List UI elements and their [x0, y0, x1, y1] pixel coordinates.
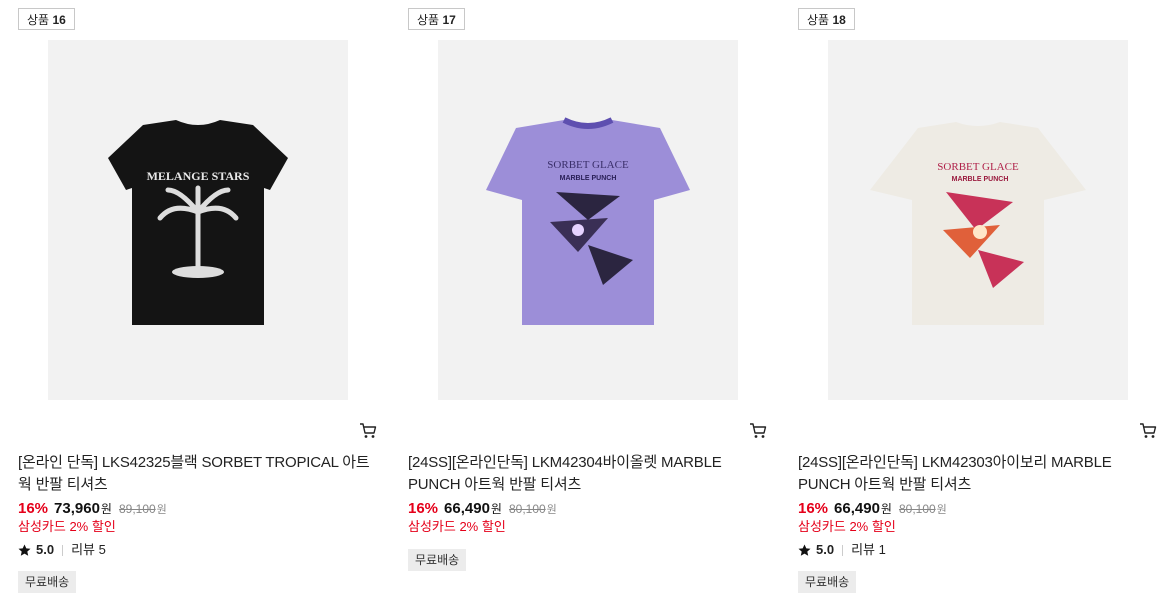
- shirt-print-subtext: MARBLE PUNCH: [560, 175, 617, 182]
- product-title[interactable]: [24SS][온라인단독] LKM42303아이보리 MARBLE PUNCH …: [798, 452, 1158, 496]
- rating-row: 5.0 리뷰 1: [798, 540, 886, 560]
- discount-rate: 16%: [18, 500, 49, 517]
- product-image[interactable]: SORBET GLACE MARBLE PUNCH: [438, 40, 738, 400]
- shirt-print-text: MELANGE STARS: [147, 169, 250, 183]
- star-icon: [18, 544, 31, 556]
- sale-price: 66,490: [444, 500, 490, 517]
- product-card[interactable]: 상품 18 SORBET GLACE MARBLE PUNCH [24SS][온…: [798, 0, 1162, 596]
- free-shipping-tag: 무료배송: [408, 549, 467, 571]
- shirt-print-subtext: MARBLE PUNCH: [952, 176, 1009, 183]
- rating-divider: [62, 544, 64, 556]
- card-discount-text: 삼성카드 2% 할인: [18, 519, 116, 534]
- currency-unit: 원: [880, 502, 892, 516]
- currency-unit: 원: [100, 502, 112, 516]
- badge-number: 16: [52, 13, 66, 27]
- discount-rate: 16%: [798, 500, 829, 517]
- badge-number: 17: [442, 13, 456, 27]
- card-discount-text: 삼성카드 2% 할인: [408, 519, 506, 534]
- product-title[interactable]: [24SS][온라인단독] LKM42304바이올렛 MARBLE PUNCH …: [408, 452, 768, 496]
- product-number-badge: 상품 16: [18, 8, 75, 30]
- original-currency-unit: 원: [546, 504, 557, 516]
- original-price: 89,100: [118, 502, 156, 516]
- rating-divider: [842, 544, 844, 556]
- product-card[interactable]: 상품 17 SORBET GLACE MARBLE PUNCH [24SS][온…: [408, 0, 778, 596]
- badge-prefix: 상품: [807, 13, 830, 27]
- shirt-print-text: SORBET GLACE: [937, 161, 1019, 173]
- tshirt-image: SORBET GLACE MARBLE PUNCH: [486, 117, 690, 325]
- currency-unit: 원: [490, 502, 502, 516]
- cart-icon[interactable]: [359, 422, 377, 440]
- price-row: 16% 73,960원 89,100원: [18, 499, 167, 520]
- badge-prefix: 상품: [27, 13, 50, 27]
- product-title[interactable]: [온라인 단독] LKS42325블랙 SORBET TROPICAL 아트웍 …: [18, 452, 378, 496]
- cart-icon[interactable]: [749, 422, 767, 440]
- review-count[interactable]: 리뷰 5: [71, 540, 106, 560]
- free-shipping-tag: 무료배송: [18, 571, 77, 593]
- product-number-badge: 상품 18: [798, 8, 855, 30]
- price-row: 16% 66,490원 80,100원: [408, 499, 557, 520]
- shirt-print-text: SORBET GLACE: [547, 159, 629, 171]
- card-discount-text: 삼성카드 2% 할인: [798, 519, 896, 534]
- original-currency-unit: 원: [156, 504, 167, 516]
- price-row: 16% 66,490원 80,100원: [798, 499, 947, 520]
- rating-score: 5.0: [816, 542, 835, 557]
- cart-icon[interactable]: [1139, 422, 1157, 440]
- sale-price: 73,960: [54, 500, 100, 517]
- star-icon: [798, 544, 811, 556]
- original-price: 80,100: [898, 502, 936, 516]
- product-card[interactable]: 상품 16 MELANGE STARS [온라인 단독] LKS42325블랙 …: [18, 0, 388, 596]
- original-currency-unit: 원: [936, 504, 947, 516]
- tshirt-image: MELANGE STARS: [108, 120, 288, 325]
- rating-row: 5.0 리뷰 5: [18, 540, 106, 560]
- product-number-badge: 상품 17: [408, 8, 465, 30]
- review-count[interactable]: 리뷰 1: [851, 540, 886, 560]
- free-shipping-tag: 무료배송: [798, 571, 857, 593]
- badge-prefix: 상품: [417, 13, 440, 27]
- rating-score: 5.0: [36, 542, 55, 557]
- discount-rate: 16%: [408, 500, 439, 517]
- tshirt-image: SORBET GLACE MARBLE PUNCH: [870, 122, 1086, 325]
- badge-number: 18: [832, 13, 846, 27]
- product-image[interactable]: SORBET GLACE MARBLE PUNCH: [828, 40, 1128, 400]
- product-image[interactable]: MELANGE STARS: [48, 40, 348, 400]
- sale-price: 66,490: [834, 500, 880, 517]
- original-price: 80,100: [508, 502, 546, 516]
